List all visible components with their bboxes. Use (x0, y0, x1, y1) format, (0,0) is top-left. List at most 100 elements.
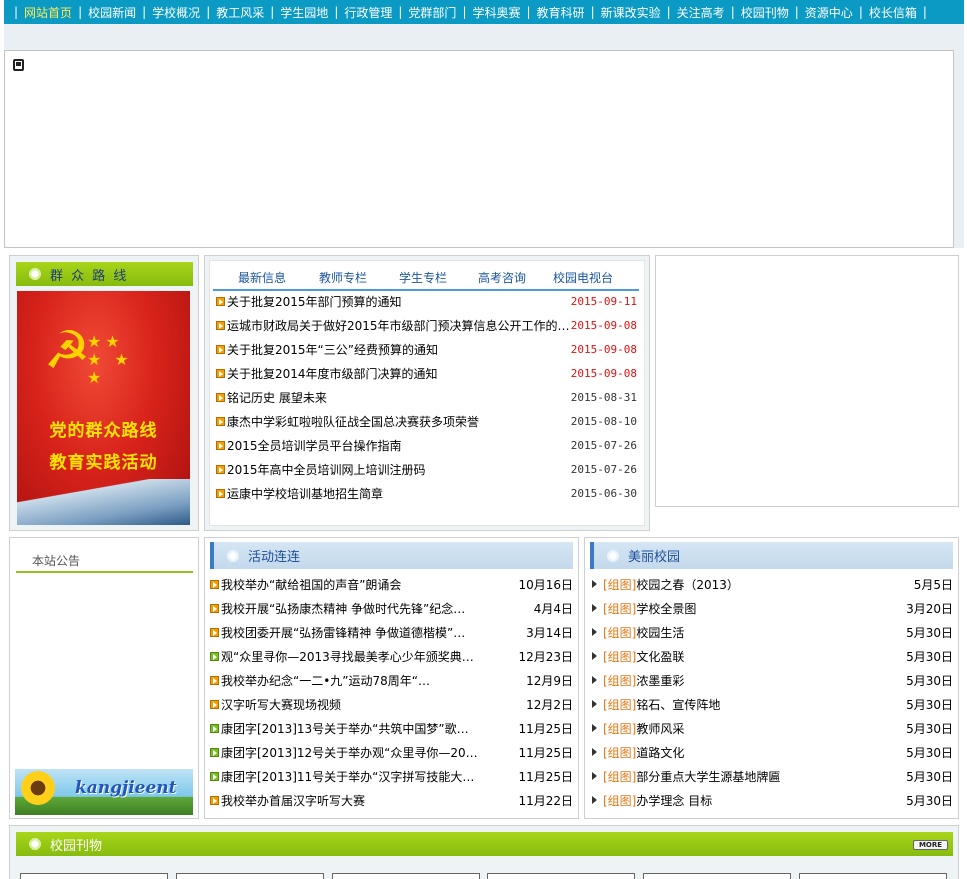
campus-item[interactable]: [组图] 校园之春（2013） 5月5日 (590, 575, 953, 593)
news-title[interactable]: 关于批复2015年“三公”经费预算的通知 (227, 341, 571, 358)
campus-item[interactable]: [组图] 部分重点大学生源基地牌匾 5月30日 (590, 767, 953, 785)
activity-item[interactable]: 我校开展“弘扬康杰精神 争做时代先锋”纪念… 4月4日 (210, 599, 573, 617)
activity-title[interactable]: 我校举办“献给祖国的声音”朗诵会 (221, 576, 518, 593)
campus-title[interactable]: 浓墨重彩 (636, 672, 906, 689)
activity-date: 11月25日 (518, 769, 573, 784)
activity-item[interactable]: 康团字[2013]13号关于举办“共筑中国梦”歌… 11月25日 (210, 719, 573, 737)
nav-item-11[interactable]: 校园刊物 (741, 4, 789, 21)
bullet-icon (210, 771, 219, 781)
activity-item[interactable]: 观“众里寻你—2013寻找最美孝心少年颁奖典… 12月23日 (210, 647, 573, 665)
activity-title[interactable]: 我校开展“弘扬康杰精神 争做时代先锋”纪念… (221, 600, 534, 617)
bullet-icon (216, 440, 225, 450)
activity-item[interactable]: 我校团委开展“弘扬雷锋精神 争做道德楷模”… 3月14日 (210, 623, 573, 641)
activity-title[interactable]: 康团字[2013]13号关于举办“共筑中国梦”歌… (221, 720, 518, 737)
campus-title[interactable]: 铭石、宣传阵地 (636, 696, 906, 713)
nav-item-1[interactable]: 校园新闻 (88, 4, 136, 21)
campus-title[interactable]: 校园之春（2013） (636, 576, 913, 593)
news-title[interactable]: 2015年高中全员培训网上培训注册码 (227, 461, 571, 478)
nav-item-12[interactable]: 资源中心 (805, 4, 853, 21)
news-item[interactable]: 2015全员培训学员平台操作指南 2015-07-26 (216, 436, 637, 454)
journal-thumbnail[interactable] (643, 873, 791, 879)
logo-text: kangjieent (75, 778, 177, 798)
nav-item-2[interactable]: 学校概况 (152, 4, 200, 21)
activity-title[interactable]: 我校举办纪念“一二•九”运动78周年“… (221, 672, 526, 689)
campus-item[interactable]: [组图] 校园生活 5月30日 (590, 623, 953, 641)
nav-item-4[interactable]: 学生园地 (280, 4, 328, 21)
campus-item[interactable]: [组图] 铭石、宣传阵地 5月30日 (590, 695, 953, 713)
campus-item[interactable]: [组图] 办学理念 目标 5月30日 (590, 791, 953, 809)
nav-item-3[interactable]: 教工风采 (216, 4, 264, 21)
news-title[interactable]: 康杰中学彩虹啦啦队征战全国总决赛获多项荣誉 (227, 413, 571, 430)
campus-title[interactable]: 教师风采 (636, 720, 906, 737)
nav-item-0[interactable]: 网站首页 (24, 4, 72, 21)
site-logo-banner[interactable]: kangjieent (15, 769, 193, 815)
tab-2[interactable]: 学生专栏 (399, 269, 447, 286)
campus-title[interactable]: 道路文化 (636, 744, 906, 761)
nav-item-13[interactable]: 校长信箱 (869, 4, 917, 21)
news-item[interactable]: 关于批复2014年度市级部门决算的通知 2015-09-08 (216, 364, 637, 382)
activity-date: 11月25日 (518, 745, 573, 760)
bullet-icon (210, 603, 219, 613)
news-item[interactable]: 运城市财政局关于做好2015年市级部门预决算信息公开工作的通知 2015-09-0… (216, 316, 637, 334)
journal-thumbnail[interactable] (332, 873, 480, 879)
activity-title[interactable]: 汉字听写大赛现场视频 (221, 696, 526, 713)
campus-title[interactable]: 校园生活 (636, 624, 906, 641)
sunflower-icon (21, 771, 55, 805)
activity-item[interactable]: 康团字[2013]12号关于举办观“众里寻你—20… 11月25日 (210, 743, 573, 761)
nav-item-10[interactable]: 关注高考 (677, 4, 725, 21)
tab-0[interactable]: 最新信息 (238, 269, 286, 286)
flash-banner-area[interactable] (4, 50, 954, 248)
tab-3[interactable]: 高考咨询 (478, 269, 526, 286)
sun-icon (606, 548, 620, 563)
nav-item-5[interactable]: 行政管理 (344, 4, 392, 21)
journal-thumbnail[interactable] (799, 873, 947, 879)
arrow-icon (592, 724, 597, 732)
mass-line-banner[interactable]: ☭ ★★ ★ ★ ★ 党的群众路线 教育实践活动 (17, 291, 190, 525)
news-title[interactable]: 关于批复2014年度市级部门决算的通知 (227, 365, 571, 382)
journal-thumbnail[interactable] (20, 873, 168, 879)
nav-item-6[interactable]: 党群部门 (408, 4, 456, 21)
notice-title: 本站公告 (16, 549, 193, 573)
tab-4[interactable]: 校园电视台 (553, 269, 613, 286)
campus-item[interactable]: [组图] 浓墨重彩 5月30日 (590, 671, 953, 689)
campus-title[interactable]: 学校全景图 (636, 600, 906, 617)
activity-title[interactable]: 康团字[2013]11号关于举办“汉字拼写技能大… (221, 768, 518, 785)
activity-item[interactable]: 我校举办“献给祖国的声音”朗诵会 10月16日 (210, 575, 573, 593)
news-item[interactable]: 康杰中学彩虹啦啦队征战全国总决赛获多项荣誉 2015-08-10 (216, 412, 637, 430)
more-button[interactable]: MORE (913, 840, 948, 850)
news-item[interactable]: 铭记历史 展望未来 2015-08-31 (216, 388, 637, 406)
news-item[interactable]: 2015年高中全员培训网上培训注册码 2015-07-26 (216, 460, 637, 478)
campus-item[interactable]: [组图] 教师风采 5月30日 (590, 719, 953, 737)
activity-title[interactable]: 观“众里寻你—2013寻找最美孝心少年颁奖典… (221, 648, 518, 665)
campus-title[interactable]: 办学理念 目标 (636, 792, 906, 809)
journal-thumbnail[interactable] (176, 873, 324, 879)
activity-title[interactable]: 我校团委开展“弘扬雷锋精神 争做道德楷模”… (221, 624, 526, 641)
activity-title[interactable]: 康团字[2013]12号关于举办观“众里寻你—20… (221, 744, 518, 761)
activity-title[interactable]: 我校举办首届汉字听写大赛 (221, 792, 518, 809)
campus-item[interactable]: [组图] 道路文化 5月30日 (590, 743, 953, 761)
news-title[interactable]: 关于批复2015年部门预算的通知 (227, 293, 571, 310)
news-title[interactable]: 运城市财政局关于做好2015年市级部门预决算信息公开工作的通知 (227, 317, 571, 334)
campus-item[interactable]: [组图] 文化盈联 5月30日 (590, 647, 953, 665)
arrow-icon (592, 604, 597, 612)
nav-item-7[interactable]: 学科奥赛 (472, 4, 520, 21)
news-title[interactable]: 2015全员培训学员平台操作指南 (227, 437, 571, 454)
activity-item[interactable]: 我校举办首届汉字听写大赛 11月22日 (210, 791, 573, 809)
news-item[interactable]: 关于批复2015年“三公”经费预算的通知 2015-09-08 (216, 340, 637, 358)
activity-item[interactable]: 汉字听写大赛现场视频 12月2日 (210, 695, 573, 713)
news-item[interactable]: 关于批复2015年部门预算的通知 2015-09-11 (216, 292, 637, 310)
news-title[interactable]: 运康中学校培训基地招生简章 (227, 485, 571, 502)
tab-1[interactable]: 教师专栏 (319, 269, 367, 286)
activity-item[interactable]: 康团字[2013]11号关于举办“汉字拼写技能大… 11月25日 (210, 767, 573, 785)
nav-item-9[interactable]: 新课改实验 (601, 4, 661, 21)
news-title[interactable]: 铭记历史 展望未来 (227, 389, 571, 406)
news-item[interactable]: 运康中学校培训基地招生简章 2015-06-30 (216, 484, 637, 502)
activity-item[interactable]: 我校举办纪念“一二•九”运动78周年“… 12月9日 (210, 671, 573, 689)
journal-thumbnail[interactable] (487, 873, 635, 879)
nav-item-8[interactable]: 教育科研 (537, 4, 585, 21)
campus-item[interactable]: [组图] 学校全景图 3月20日 (590, 599, 953, 617)
bullet-icon (210, 675, 219, 685)
campus-title[interactable]: 文化盈联 (636, 648, 906, 665)
campus-date: 5月30日 (906, 649, 953, 664)
campus-title[interactable]: 部分重点大学生源基地牌匾 (636, 768, 906, 785)
